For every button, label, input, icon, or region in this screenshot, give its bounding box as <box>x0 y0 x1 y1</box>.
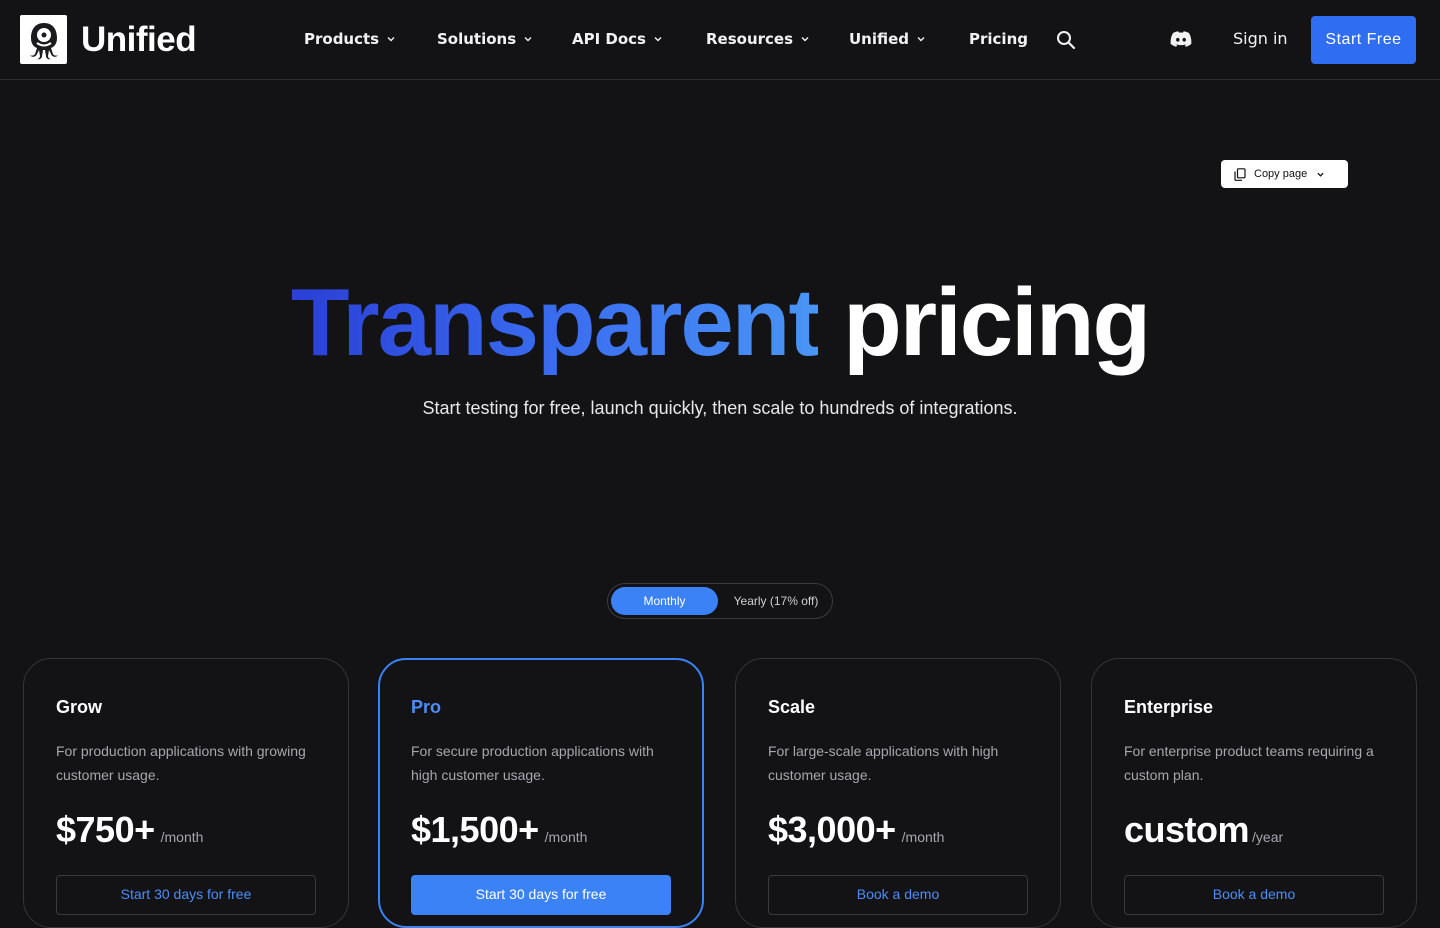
plan-name: Enterprise <box>1124 697 1214 717</box>
plan-price-period: /month <box>544 829 588 845</box>
chevron-down-icon <box>654 37 662 42</box>
plan-name: Scale <box>768 697 816 717</box>
chevron-down-icon <box>801 37 809 42</box>
page-title-rest: pricing <box>843 269 1151 376</box>
plan-card-scale: Scale For large-scale applications with … <box>735 658 1061 928</box>
plan-price-period: /year <box>1252 829 1284 845</box>
plan-price: $3,000+ /month <box>768 809 944 851</box>
plan-cta-button[interactable]: Book a demo <box>1124 875 1384 915</box>
plan-price: $1,500+ /month <box>411 809 587 851</box>
plan-price-period: /month <box>901 829 945 845</box>
page-title-highlight: Transparent <box>290 269 821 376</box>
plan-description: For large-scale applications with high c… <box>768 743 999 783</box>
billing-option-monthly[interactable]: Monthly <box>611 587 718 615</box>
plan-cta-button[interactable]: Book a demo <box>768 875 1028 915</box>
brand-logo[interactable]: Unified <box>20 15 197 64</box>
brand-name: Unified <box>81 19 197 59</box>
plan-card-enterprise: Enterprise For enterprise product teams … <box>1091 658 1417 928</box>
chevron-down-icon <box>387 37 395 42</box>
plan-name: Pro <box>411 697 442 717</box>
plan-description: For secure production applications with … <box>411 743 654 783</box>
billing-option-yearly[interactable]: Yearly (17% off) <box>722 587 830 615</box>
nav-products-label: Products <box>304 30 380 48</box>
chevron-down-icon <box>1317 172 1324 177</box>
nav-pricing-label: Pricing <box>969 30 1028 48</box>
nav-resources[interactable]: Resources <box>706 28 810 50</box>
plan-price-amount: $1,500+ <box>411 809 539 850</box>
plan-cta-button[interactable]: Start 30 days for free <box>411 875 671 915</box>
plan-price: $750+ /month <box>56 809 203 851</box>
search-icon[interactable] <box>1055 29 1077 51</box>
plan-price-amount: $3,000+ <box>768 809 896 850</box>
chevron-down-icon <box>524 37 532 42</box>
discord-icon[interactable] <box>1169 29 1193 51</box>
nav-solutions[interactable]: Solutions <box>437 28 533 50</box>
plan-price-period: /month <box>160 829 204 845</box>
octopus-logo-icon <box>20 15 67 64</box>
plan-price-amount: custom <box>1124 809 1250 850</box>
nav-solutions-label: Solutions <box>437 30 517 48</box>
copy-page-label: Copy page <box>1254 168 1308 180</box>
nav-unified-label: Unified <box>849 30 910 48</box>
sign-in-link[interactable]: Sign in <box>1233 29 1288 48</box>
nav-api-docs[interactable]: API Docs <box>572 28 663 50</box>
plan-card-grow: Grow For production applications with gr… <box>23 658 349 928</box>
plan-price-amount: $750+ <box>56 809 155 850</box>
nav-unified[interactable]: Unified <box>849 28 926 50</box>
plan-price: custom /year <box>1124 809 1283 851</box>
start-free-button[interactable]: Start Free <box>1311 16 1416 64</box>
nav-resources-label: Resources <box>706 30 794 48</box>
billing-toggle: Monthly Yearly (17% off) <box>607 583 833 619</box>
plan-description: For enterprise product teams requiring a… <box>1124 743 1374 783</box>
copy-page-button[interactable]: Copy page <box>1221 160 1348 188</box>
nav-products[interactable]: Products <box>304 28 396 50</box>
plan-name: Grow <box>56 697 103 717</box>
page-subtitle: Start testing for free, launch quickly, … <box>422 398 1018 418</box>
page-title: Transparent pricing <box>0 268 1440 378</box>
plan-card-pro: Pro For secure production applications w… <box>378 658 704 928</box>
top-nav: Unified Products Solutions API Docs Reso… <box>0 0 1440 80</box>
plan-cta-button[interactable]: Start 30 days for free <box>56 875 316 915</box>
nav-api-docs-label: API Docs <box>572 30 646 48</box>
chevron-down-icon <box>917 37 925 42</box>
copy-icon <box>1234 167 1246 181</box>
plan-description: For production applications with growing… <box>56 743 306 783</box>
nav-pricing[interactable]: Pricing <box>969 28 1028 50</box>
